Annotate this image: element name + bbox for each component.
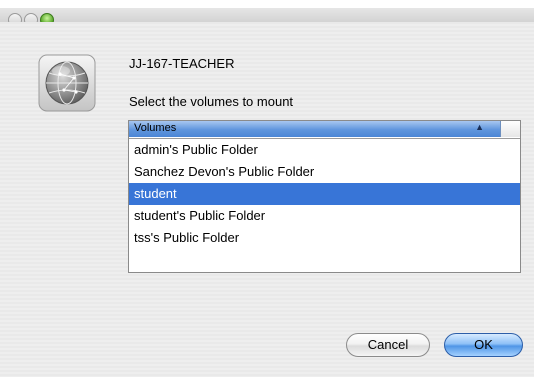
list-item[interactable]: tss's Public Folder — [129, 227, 520, 249]
list-item[interactable]: student's Public Folder — [129, 205, 520, 227]
list-item-selected[interactable]: student — [129, 183, 520, 205]
column-header-label: Volumes — [134, 122, 177, 134]
cancel-button[interactable]: Cancel — [346, 333, 430, 357]
mount-volumes-dialog: JJ-167-TEACHER Select the volumes to mou… — [0, 0, 534, 377]
list-item[interactable]: Sanchez Devon's Public Folder — [129, 161, 520, 183]
list-item[interactable]: admin's Public Folder — [129, 139, 520, 161]
volume-prompt: Select the volumes to mount — [129, 94, 294, 109]
sort-ascending-icon: ▲ — [475, 122, 484, 132]
volumes-list[interactable]: Volumes ▲ admin's Public Folder Sanchez … — [128, 120, 521, 273]
column-header-volumes[interactable]: Volumes ▲ — [129, 121, 501, 137]
ok-button[interactable]: OK — [444, 333, 523, 357]
list-header: Volumes ▲ — [129, 121, 520, 139]
zoom-icon[interactable] — [40, 13, 54, 22]
close-icon[interactable] — [8, 13, 22, 22]
column-header-filler — [501, 121, 520, 137]
title-bar-area — [0, 0, 534, 22]
minimize-icon[interactable] — [24, 13, 38, 22]
network-globe-icon — [36, 52, 98, 114]
server-name: JJ-167-TEACHER — [129, 56, 235, 71]
title-bar — [0, 8, 534, 22]
